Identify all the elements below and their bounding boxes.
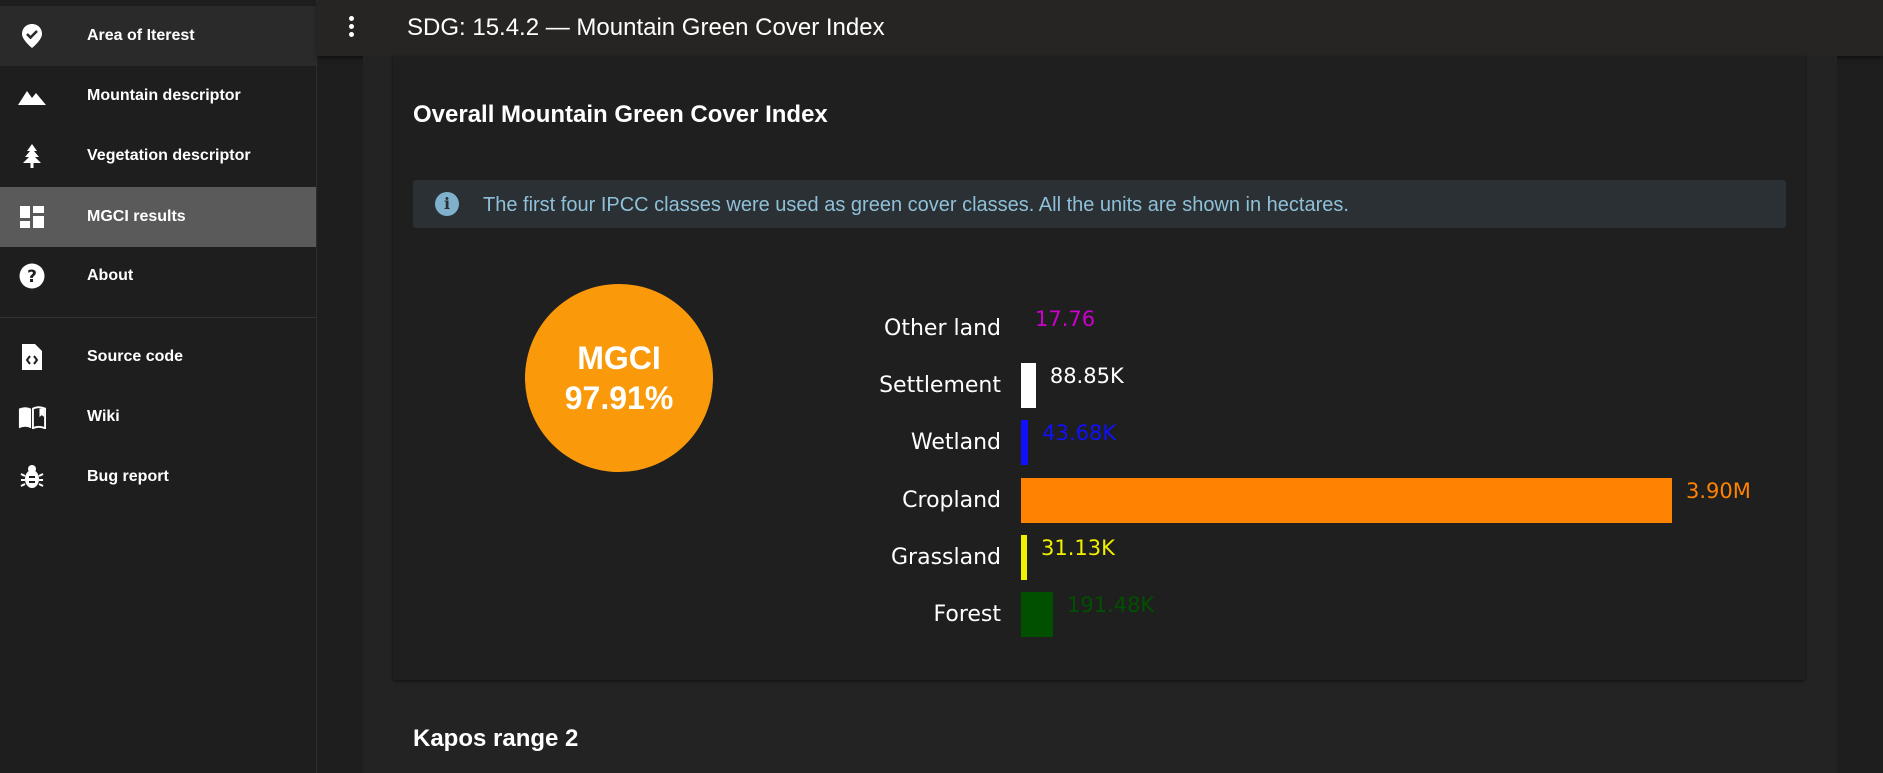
bar (1021, 420, 1029, 466)
info-text: The first four IPCC classes were used as… (483, 194, 1349, 216)
bar (1021, 592, 1053, 637)
bar (1021, 477, 1672, 523)
map-marker-check-icon (18, 24, 46, 48)
nav-item-about[interactable]: ? About (0, 246, 316, 306)
nav-label: Source code (87, 348, 184, 365)
nav-divider (0, 317, 316, 318)
nav-label: About (87, 267, 134, 284)
nav-label: Vegetation descriptor (87, 147, 251, 164)
bar-value-label: 191.48K (1066, 593, 1155, 617)
info-alert: i The first four IPCC classes were used … (413, 180, 1786, 228)
nav-item-area-of-interest[interactable]: Area of Iterest (0, 6, 316, 66)
book-open-icon (18, 405, 46, 429)
mountain-icon (18, 84, 46, 108)
more-vert-icon[interactable] (341, 14, 361, 42)
bar-value-label: 17.76 (1035, 307, 1096, 331)
mgci-value: 97.91% (564, 380, 674, 416)
bug-icon (18, 465, 46, 489)
mgci-badge: MGCI 97.91% (525, 284, 713, 472)
nav-item-wiki[interactable]: Wiki (0, 387, 316, 447)
nav-label: Bug report (87, 468, 169, 485)
nav-label: Wiki (87, 408, 120, 425)
nav-label: MGCI results (87, 208, 186, 225)
bar-label: Other land (884, 316, 1001, 341)
sidebar: Area of Iterest Mountain descriptor Vege… (0, 0, 317, 773)
file-code-icon (18, 344, 46, 370)
app-bar: SDG: 15.4.2 — Mountain Green Cover Index (317, 0, 1883, 56)
bar (1021, 363, 1036, 409)
nav-item-mgci-results[interactable]: MGCI results (0, 187, 316, 247)
dashboard-icon (18, 205, 46, 229)
bar-label: Cropland (902, 487, 1001, 513)
mgci-label: MGCI (577, 340, 661, 376)
nav-label: Area of Iterest (87, 27, 195, 44)
bar-value-label: 31.13K (1041, 535, 1115, 560)
info-icon: i (435, 192, 459, 216)
nav-item-mountain-descriptor[interactable]: Mountain descriptor (0, 66, 316, 126)
bar-value-label: 43.68K (1042, 421, 1117, 446)
bar-label: Grassland (891, 544, 1001, 570)
bar-value-label: 88.85K (1049, 364, 1124, 389)
land-cover-bar-chart: Other land 17.76 Settlement 88.85K Wetland 43… (860, 300, 1780, 650)
bar (1021, 534, 1027, 580)
nav-item-vegetation-descriptor[interactable]: Vegetation descriptor (0, 126, 316, 186)
section-title: Kapos range 2 (413, 725, 579, 752)
help-circle-icon: ? (18, 263, 46, 289)
nav-item-bug-report[interactable]: Bug report (0, 447, 316, 507)
bar-value-label: 3.90M (1686, 478, 1751, 503)
bar-label: Forest (933, 602, 1001, 627)
bar-label: Settlement (879, 373, 1001, 399)
bar-label: Wetland (910, 430, 1001, 456)
nav-label: Mountain descriptor (87, 87, 241, 104)
page-title: SDG: 15.4.2 — Mountain Green Cover Index (407, 14, 885, 41)
pine-tree-icon (18, 144, 46, 168)
svg-text:?: ? (27, 267, 37, 287)
card-title: Overall Mountain Green Cover Index (413, 101, 828, 128)
nav-item-source-code[interactable]: Source code (0, 327, 316, 387)
